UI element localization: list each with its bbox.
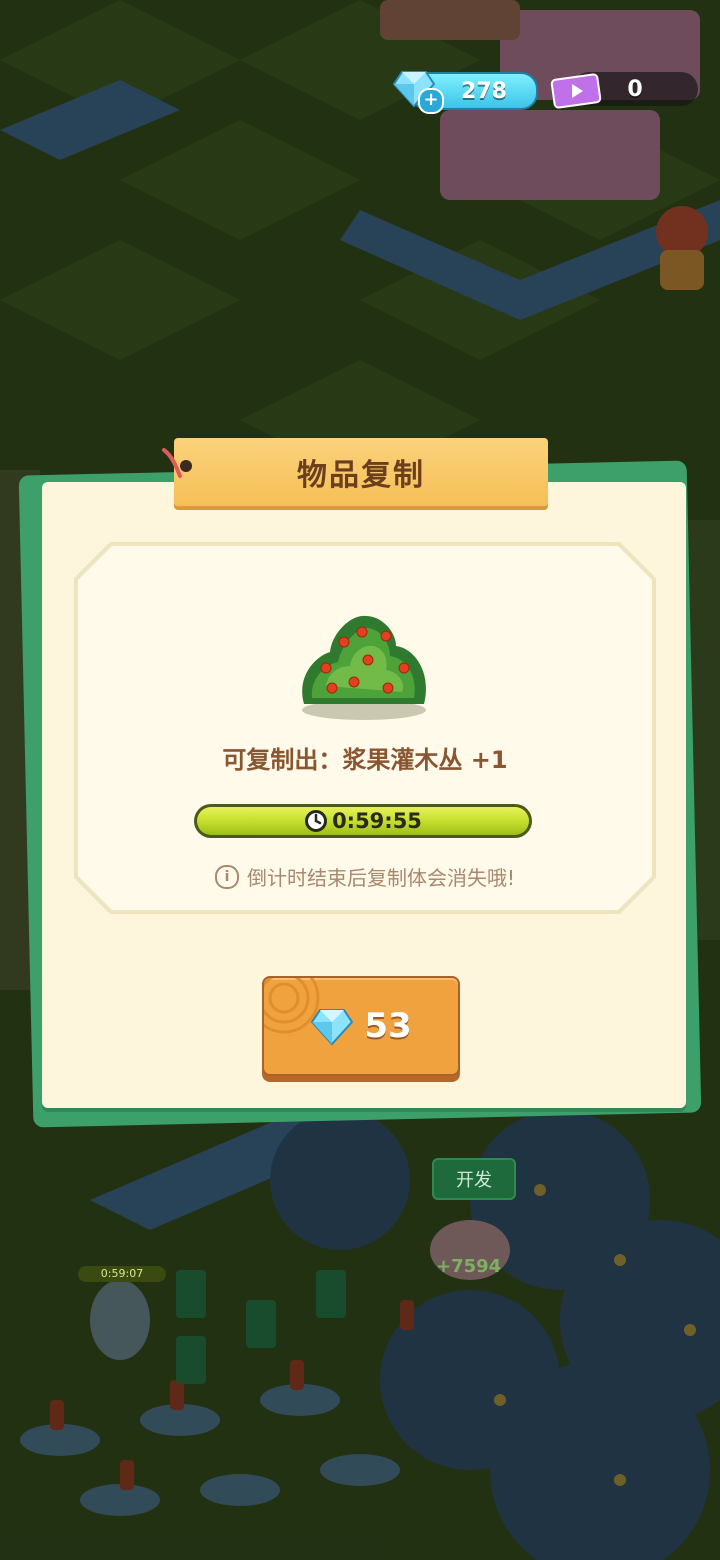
background-score: +7594: [436, 1256, 502, 1277]
gem-count: 278: [461, 78, 507, 104]
develop-tag: 开发: [432, 1158, 516, 1200]
add-gems-plus-icon[interactable]: +: [418, 88, 444, 114]
dialog-title: 物品复制: [297, 458, 425, 493]
countdown-time: 0:59:55: [332, 809, 422, 833]
price-label: 53: [364, 1006, 412, 1046]
expiry-warning: i 倒计时结束后复制体会消失哦!: [78, 862, 652, 891]
info-icon: i: [214, 864, 239, 889]
background-timer: 0:59:07: [78, 1266, 166, 1282]
buy-copy-button[interactable]: 53: [262, 976, 460, 1076]
copy-item-line: 可复制出：浆果灌木丛 +1: [222, 746, 508, 774]
video-ticket-icon: [550, 73, 602, 109]
clock-icon: [305, 810, 328, 832]
ticket-count: 0: [627, 76, 643, 102]
countdown-timer: 0:59:55: [194, 804, 532, 838]
item-card: [78, 546, 652, 910]
dialog-title-tab: 物品复制: [174, 438, 548, 506]
berry-bush-icon: [302, 615, 426, 720]
develop-label: 开发: [456, 1170, 492, 1191]
gem-icon: [311, 1009, 354, 1046]
expiry-warning-text: 倒计时结束后复制体会消失哦!: [246, 866, 516, 890]
pin-icon: [162, 448, 192, 478]
